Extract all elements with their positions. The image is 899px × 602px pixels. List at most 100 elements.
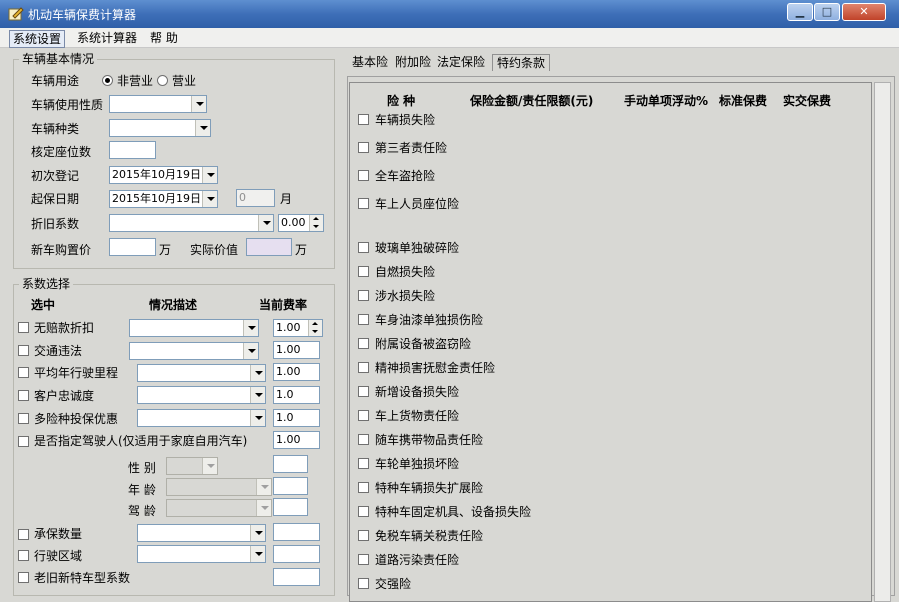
menu-system-settings[interactable]: 系统设置 <box>9 30 66 48</box>
insurance-checkbox[interactable] <box>358 266 369 277</box>
policy-count-select[interactable] <box>137 524 266 542</box>
seats-label: 核定座位数 <box>31 145 92 159</box>
driving-age-label: 驾 龄 <box>128 504 156 518</box>
type-select[interactable] <box>109 119 211 137</box>
vehicle-age-checkbox[interactable] <box>18 572 29 583</box>
region-rate[interactable] <box>273 545 320 563</box>
gender-select[interactable] <box>166 457 218 475</box>
region-select[interactable] <box>137 545 266 563</box>
no-claim-rate-stepper[interactable]: 1.00 <box>273 319 323 337</box>
mileage-checkbox[interactable] <box>18 367 29 378</box>
insurance-item-label: 附属设备被盗窃险 <box>375 337 472 351</box>
usage-commercial-label: 营业 <box>172 74 197 88</box>
policy-count-label: 承保数量 <box>34 527 83 541</box>
insurance-checkbox[interactable] <box>358 530 369 541</box>
multi-insurance-rate[interactable]: 1.0 <box>273 409 320 427</box>
insurance-checkbox[interactable] <box>358 386 369 397</box>
tab-statutory[interactable]: 法定保险 <box>435 54 487 70</box>
usage-non-commercial-label: 非营业 <box>117 74 154 88</box>
new-price-input[interactable] <box>109 238 156 256</box>
usage-non-commercial-radio[interactable] <box>102 75 113 86</box>
insurance-item-label: 道路污染责任险 <box>375 553 460 567</box>
maximize-button[interactable]: □ <box>814 3 840 21</box>
loyalty-select[interactable] <box>137 386 266 404</box>
chevron-down-icon <box>250 410 265 426</box>
insurance-checkbox[interactable] <box>358 410 369 421</box>
policy-count-checkbox[interactable] <box>18 529 29 540</box>
new-price-unit: 万 <box>159 243 172 257</box>
multi-insurance-checkbox[interactable] <box>18 413 29 424</box>
depreciation-select[interactable] <box>109 214 274 232</box>
driving-age-rate[interactable] <box>273 498 308 516</box>
nature-select[interactable] <box>109 95 207 113</box>
insurance-checkbox[interactable] <box>358 458 369 469</box>
insurance-checkbox[interactable] <box>358 142 369 153</box>
insurance-item-label: 自燃损失险 <box>375 265 436 279</box>
insurance-checkbox[interactable] <box>358 506 369 517</box>
insurance-checkbox[interactable] <box>358 434 369 445</box>
insurance-item-label: 玻璃单独破碎险 <box>375 241 460 255</box>
type-label: 车辆种类 <box>31 122 80 136</box>
minimize-button[interactable]: ▁ <box>787 3 813 21</box>
gender-rate[interactable] <box>273 455 308 473</box>
start-date-picker[interactable]: 2015年10月19日 <box>109 190 218 208</box>
age-select[interactable] <box>166 478 272 496</box>
menu-system-calculator[interactable]: 系统计算器 <box>74 30 140 46</box>
insurance-checkbox[interactable] <box>358 482 369 493</box>
vertical-scrollbar[interactable] <box>874 82 891 602</box>
title-bar[interactable]: 机动车辆保费计算器 ▁ □ ✕ <box>0 0 899 28</box>
mileage-rate[interactable]: 1.00 <box>273 363 320 381</box>
insurance-checkbox[interactable] <box>358 242 369 253</box>
loyalty-label: 客户忠诚度 <box>34 389 95 403</box>
depreciation-stepper[interactable]: 0.00 <box>278 214 324 232</box>
tab-basic[interactable]: 基本险 <box>350 54 390 70</box>
traffic-violation-select[interactable] <box>129 342 259 360</box>
tab-special-terms[interactable]: 特约条款 <box>492 54 551 71</box>
insurance-item-label: 免税车辆关税责任险 <box>375 529 484 543</box>
mileage-label: 平均年行驶里程 <box>34 366 119 380</box>
loyalty-rate[interactable]: 1.0 <box>273 386 320 404</box>
spin-arrows-icon[interactable] <box>308 320 322 336</box>
age-label: 年 龄 <box>128 483 156 497</box>
usage-commercial-radio[interactable] <box>157 75 168 86</box>
insurance-checkbox[interactable] <box>358 362 369 373</box>
tab-additional[interactable]: 附加险 <box>393 54 433 70</box>
chevron-down-icon <box>256 500 271 516</box>
header-amount: 保险金额/责任限额(元) <box>470 94 594 108</box>
multi-insurance-label: 多险种投保优惠 <box>34 412 119 426</box>
policy-count-rate[interactable] <box>273 523 320 541</box>
age-rate[interactable] <box>273 477 308 495</box>
insurance-checkbox[interactable] <box>358 314 369 325</box>
loyalty-checkbox[interactable] <box>18 390 29 401</box>
insurance-checkbox[interactable] <box>358 554 369 565</box>
coefficient-title: 系数选择 <box>19 277 74 291</box>
insurance-checkbox[interactable] <box>358 198 369 209</box>
chevron-down-icon <box>202 191 217 207</box>
designated-driver-checkbox[interactable] <box>18 436 29 447</box>
insurance-item-label: 车上人员座位险 <box>375 197 460 211</box>
no-claim-select[interactable] <box>129 319 259 337</box>
seats-input[interactable] <box>109 141 156 159</box>
region-checkbox[interactable] <box>18 550 29 561</box>
chevron-down-icon <box>195 120 210 136</box>
menu-help[interactable]: 帮 助 <box>147 30 181 46</box>
traffic-violation-rate[interactable]: 1.00 <box>273 341 320 359</box>
driving-age-select[interactable] <box>166 499 272 517</box>
insurance-item-label: 随车携带物品责任险 <box>375 433 484 447</box>
insurance-checkbox[interactable] <box>358 290 369 301</box>
insurance-checkbox[interactable] <box>358 338 369 349</box>
insurance-checkbox[interactable] <box>358 170 369 181</box>
insurance-checkbox[interactable] <box>358 114 369 125</box>
vehicle-age-rate[interactable] <box>273 568 320 586</box>
first-reg-date-picker[interactable]: 2015年10月19日 <box>109 166 218 184</box>
multi-insurance-select[interactable] <box>137 409 266 427</box>
designated-driver-rate[interactable]: 1.00 <box>273 431 320 449</box>
traffic-violation-checkbox[interactable] <box>18 345 29 356</box>
insurance-item-label: 新增设备损失险 <box>375 385 460 399</box>
months-input[interactable]: 0 <box>236 189 275 207</box>
close-button[interactable]: ✕ <box>842 3 886 21</box>
mileage-select[interactable] <box>137 364 266 382</box>
no-claim-checkbox[interactable] <box>18 322 29 333</box>
insurance-checkbox[interactable] <box>358 578 369 589</box>
spin-arrows-icon[interactable] <box>309 215 323 231</box>
